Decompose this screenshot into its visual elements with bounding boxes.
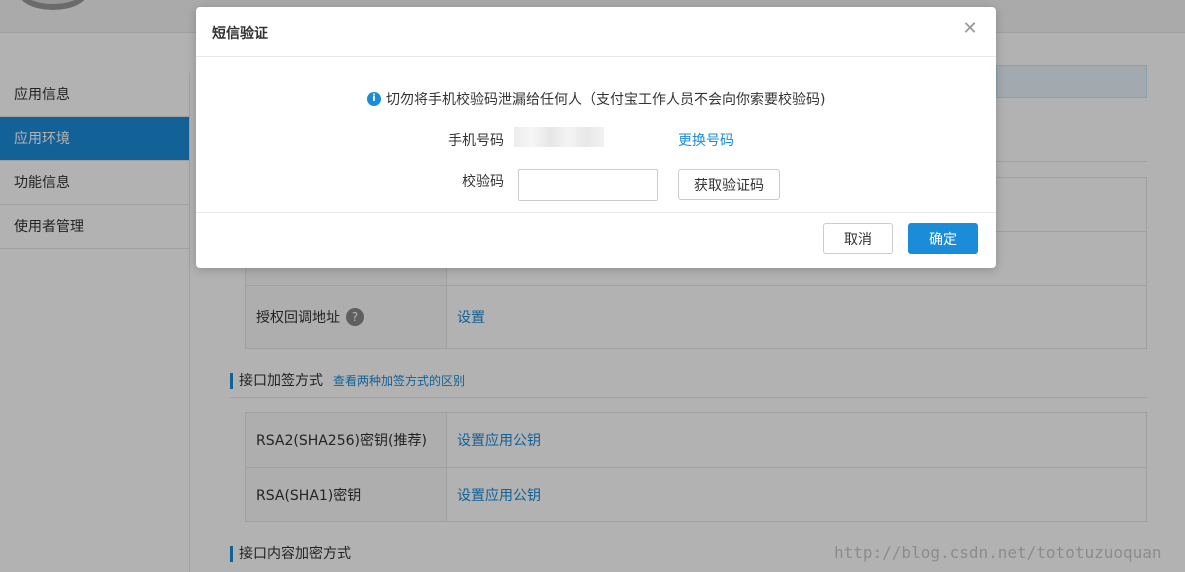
sms-verify-dialog: 短信验证 ✕ i 切勿将手机校验码泄漏给任何人（支付宝工作人员不会向你索要校验码… [196, 7, 996, 268]
masked-phone-number [514, 127, 604, 147]
dialog-footer: 取消 确定 [196, 212, 996, 268]
verification-code-input[interactable] [518, 169, 658, 201]
info-icon: i [367, 92, 381, 106]
close-icon[interactable]: ✕ [960, 19, 980, 39]
change-phone-link[interactable]: 更换号码 [678, 130, 734, 150]
security-tip-text: 切勿将手机校验码泄漏给任何人（支付宝工作人员不会向你索要校验码) [386, 92, 826, 108]
dialog-header: 短信验证 ✕ [196, 7, 996, 57]
confirm-button[interactable]: 确定 [908, 223, 978, 254]
code-label: 校验码 [462, 174, 504, 190]
dialog-title: 短信验证 [212, 26, 268, 42]
cancel-button[interactable]: 取消 [823, 223, 893, 254]
phone-label: 手机号码 [448, 133, 504, 149]
security-tip: i 切勿将手机校验码泄漏给任何人（支付宝工作人员不会向你索要校验码) [367, 89, 825, 109]
get-code-button[interactable]: 获取验证码 [678, 169, 780, 200]
